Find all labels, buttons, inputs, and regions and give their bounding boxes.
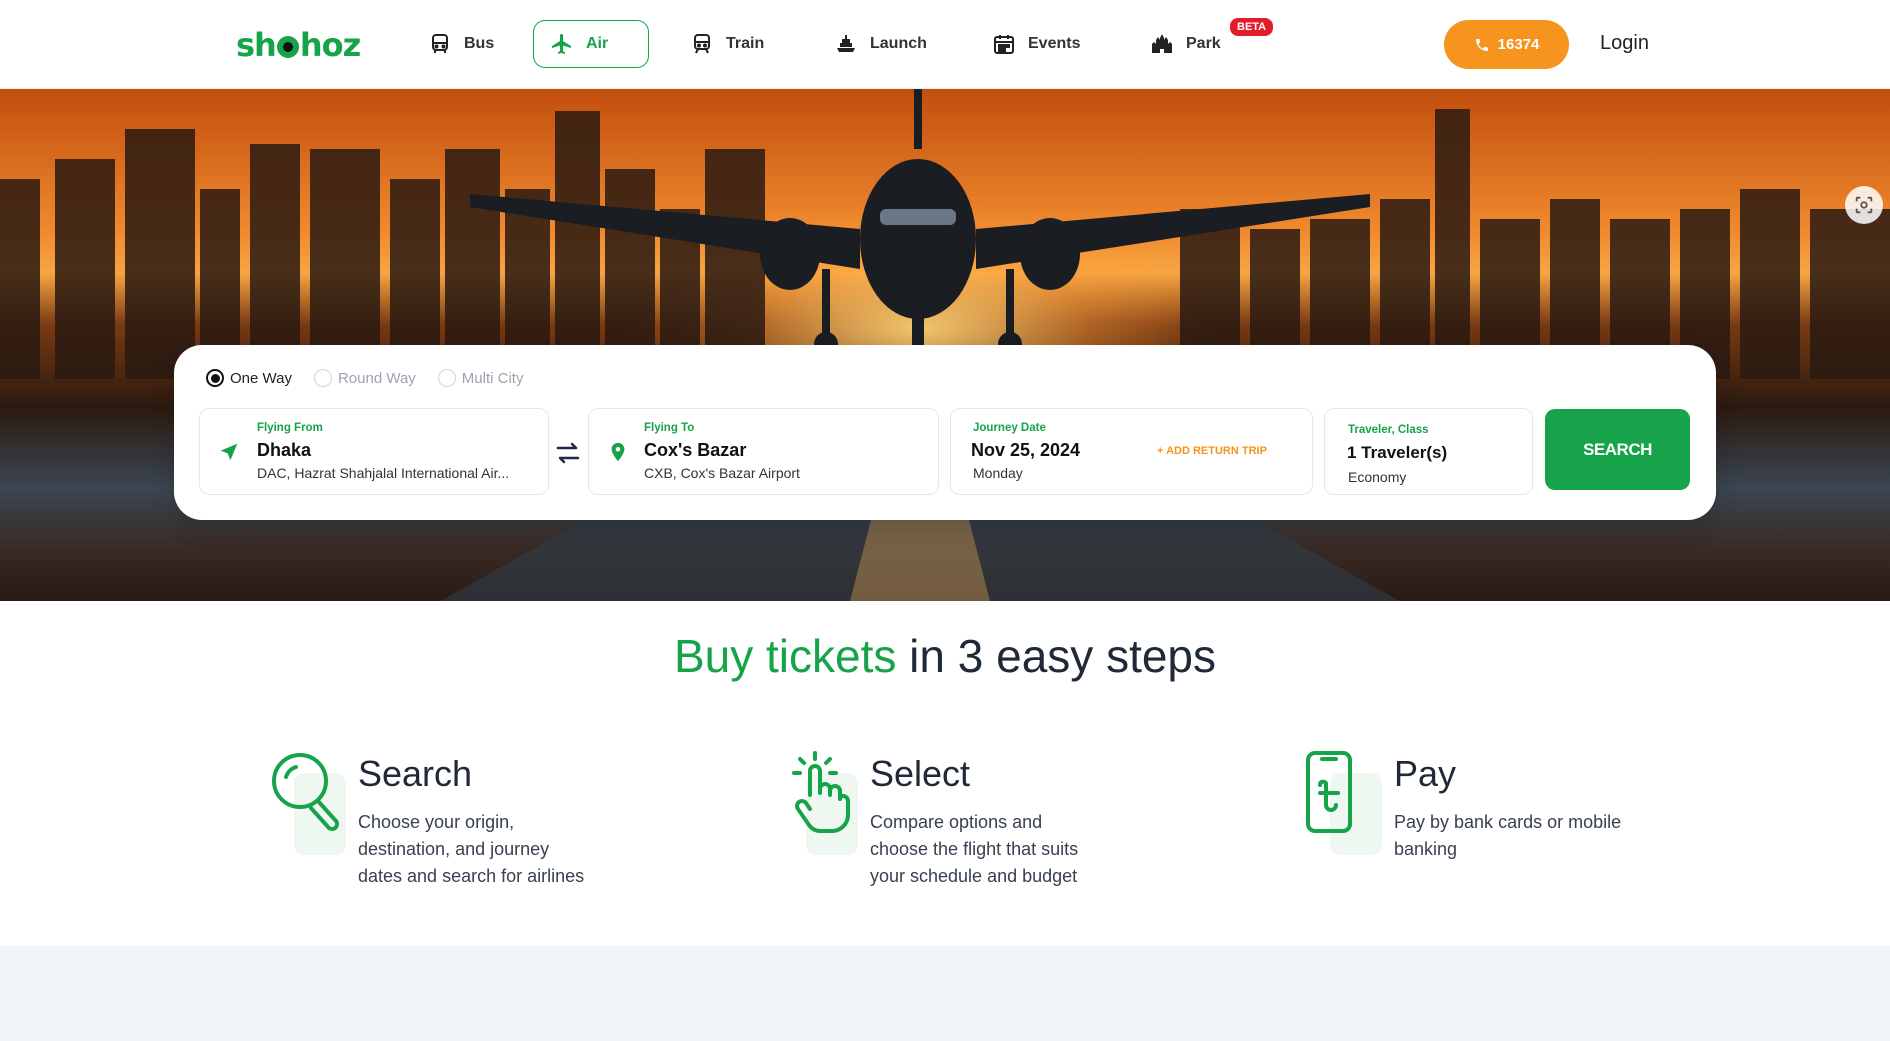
tap-hand-icon [792, 751, 850, 833]
train-icon [694, 34, 710, 54]
top-header: sh hoz Bus Air Train Launch Events Park B… [0, 0, 1890, 89]
radio-round-way[interactable]: Round Way [313, 369, 416, 387]
search-button[interactable]: SEARCH [1545, 409, 1690, 490]
step-description: Choose your origin, destination, and jou… [358, 812, 585, 886]
nav-events-label: Events [1028, 35, 1081, 52]
step-title: Search [358, 753, 473, 794]
traveler-class-field[interactable]: Traveler, Class 1 Traveler(s) Economy [1324, 408, 1533, 495]
step-description: Pay by bank cards or mobile banking [1394, 812, 1622, 859]
step-title: Select [870, 753, 971, 794]
radio-selected-icon [206, 369, 224, 387]
nav-park-label: Park [1186, 35, 1221, 52]
nav-train[interactable]: Train [674, 20, 780, 68]
castle-icon [1152, 34, 1172, 53]
shohoz-logo[interactable]: sh hoz [236, 26, 361, 64]
navigation-arrow-icon [220, 443, 238, 461]
magnifier-icon [272, 753, 339, 831]
radio-one-way[interactable]: One Way [206, 369, 292, 387]
logo-o-icon [276, 36, 299, 58]
hotline-number: 16374 [1497, 36, 1540, 53]
trip-type-selector: One Way Round Way Multi City [206, 369, 533, 387]
nav-events[interactable]: Events [976, 20, 1096, 68]
step-title: Pay [1394, 753, 1457, 794]
nav-bus[interactable]: Bus [412, 20, 510, 68]
journey-date-field[interactable]: Journey Date Nov 25, 2024 Monday + ADD R… [950, 408, 1313, 495]
visual-search-icon[interactable] [1845, 186, 1883, 224]
nav-air[interactable]: Air [533, 20, 649, 68]
steps-section: Buy tickets in 3 easy steps Search Choos… [0, 601, 1890, 946]
radio-empty-icon [437, 369, 456, 387]
bus-icon [432, 34, 448, 53]
add-return-trip-link[interactable]: + ADD RETURN TRIP [1157, 445, 1267, 457]
login-link[interactable]: Login [1600, 32, 1649, 55]
nav-air-label: Air [586, 35, 609, 52]
flight-search-card: One Way Round Way Multi City Flying From… [174, 345, 1716, 520]
nav-train-label: Train [726, 35, 765, 52]
nav-launch-label: Launch [870, 35, 927, 52]
nav-launch[interactable]: Launch [818, 20, 943, 68]
radio-multi-city[interactable]: Multi City [437, 369, 523, 387]
location-pin-icon [611, 442, 625, 462]
flying-to-field[interactable]: Flying To Cox's Bazar CXB, Cox's Bazar A… [588, 408, 939, 495]
airplane-icon [552, 34, 571, 54]
flying-from-field[interactable]: Flying From Dhaka DAC, Hazrat Shahjalal … [199, 408, 549, 495]
step-description: Compare options and choose the flight th… [870, 812, 1079, 886]
ship-icon [837, 35, 855, 52]
radio-empty-icon [313, 369, 332, 387]
phone-taka-icon [1306, 751, 1352, 833]
beta-badge: BETA [1230, 18, 1274, 36]
nav-park[interactable]: Park [1134, 20, 1237, 68]
footer-area [0, 946, 1890, 1041]
nav-bus-label: Bus [464, 35, 495, 52]
calendar-icon [994, 35, 1014, 54]
steps-heading: Buy tickets in 3 easy steps [673, 630, 1217, 682]
hotline-button[interactable]: 16374 [1444, 20, 1569, 69]
phone-icon [1475, 38, 1488, 51]
swap-direction-icon[interactable] [554, 440, 582, 466]
